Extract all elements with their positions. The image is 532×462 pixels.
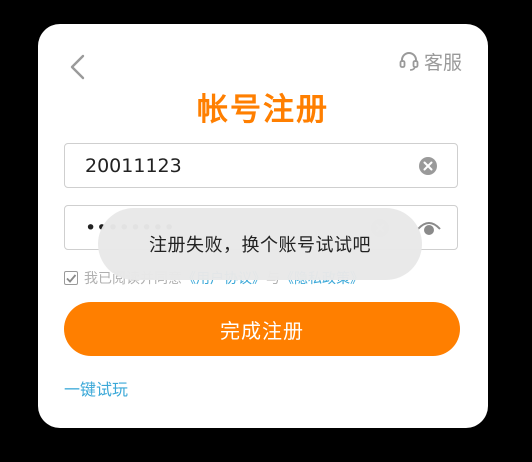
- customer-service-label: 客服: [423, 51, 462, 74]
- headset-icon: [399, 52, 419, 71]
- quick-play-link[interactable]: 一键试玩: [64, 376, 128, 400]
- account-field[interactable]: [64, 143, 458, 188]
- chevron-left-icon: [70, 54, 85, 80]
- back-button[interactable]: [62, 52, 92, 82]
- agreement-checkbox[interactable]: [64, 271, 78, 285]
- customer-service-button[interactable]: 客服: [398, 48, 462, 74]
- clear-circle-icon[interactable]: [419, 157, 437, 175]
- error-toast: 注册失败，换个账号试试吧: [98, 208, 422, 280]
- complete-registration-button[interactable]: 完成注册: [64, 302, 460, 356]
- checkmark-icon: [66, 274, 77, 283]
- page-title: 帐号注册: [197, 92, 329, 128]
- account-input[interactable]: [85, 144, 385, 187]
